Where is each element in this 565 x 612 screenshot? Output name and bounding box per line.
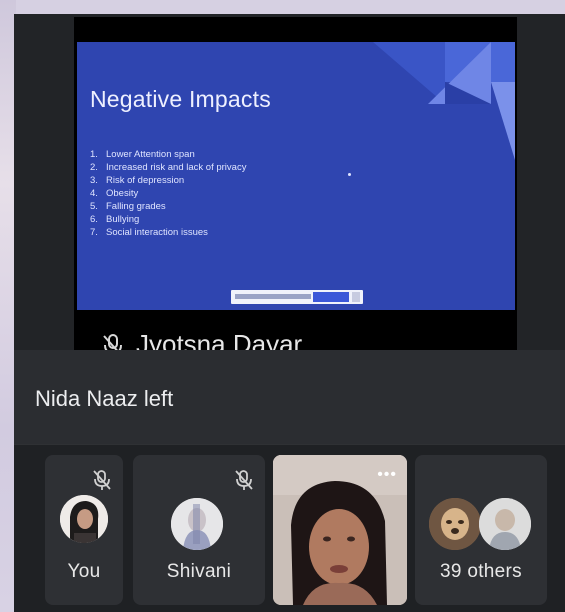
sharing-indicator-bar — [231, 290, 363, 304]
slide-decoration — [373, 42, 515, 160]
participant-name: Shivani — [166, 561, 232, 582]
avatar — [479, 498, 531, 550]
participant-tile-you[interactable]: You — [45, 455, 123, 605]
sharing-indicator-text — [235, 294, 311, 299]
participant-left-notice: Nida Naaz left — [14, 350, 565, 444]
hide-indicator-button — [352, 292, 360, 302]
slide-cursor-dot — [348, 173, 351, 176]
slide-list-item: 1. Lower Attention span — [90, 149, 195, 160]
background-top — [0, 0, 565, 14]
slide-list-item: 4. Obesity — [90, 188, 139, 199]
notice-text: Nida Naaz left — [35, 386, 174, 411]
meet-app: Negative Impacts 1. Lower Attention span … — [14, 14, 565, 612]
slide-title: Negative Impacts — [90, 86, 271, 112]
slide-list-item: 6. Bullying — [90, 214, 140, 225]
presenter-name: Jyotsna Dayar — [136, 329, 303, 350]
presenter-label: Jyotsna Dayar — [74, 327, 517, 350]
participant-tile-video[interactable]: ••• — [273, 455, 407, 605]
slide-list-item: 3. Risk of depression — [90, 175, 185, 186]
mic-off-icon — [103, 334, 122, 350]
slide-list-item: 7. Social interaction issues — [90, 227, 208, 238]
avatar — [171, 498, 223, 550]
slide-list-item: 2. Increased risk and lack of privacy — [90, 162, 247, 173]
more-options-icon[interactable]: ••• — [377, 466, 397, 484]
stop-sharing-button — [313, 292, 349, 302]
participant-tile-shivani[interactable]: Shivani — [133, 455, 265, 605]
avatar — [60, 495, 108, 543]
avatar — [429, 498, 481, 550]
mic-off-icon — [93, 470, 111, 490]
mic-off-icon — [235, 470, 253, 490]
slide-list-item: 5. Falling grades — [90, 201, 166, 212]
presentation-slide: Negative Impacts 1. Lower Attention span … — [77, 42, 515, 310]
presentation-video[interactable]: Negative Impacts 1. Lower Attention span … — [74, 17, 517, 350]
participant-tile-others[interactable]: 39 others — [415, 455, 547, 605]
participant-name: 39 others — [440, 561, 522, 582]
screen-share-area: Negative Impacts 1. Lower Attention span … — [14, 14, 565, 350]
participant-strip: You Shivani ••• 39 others — [14, 445, 565, 612]
slide-bullet-list: 1. Lower Attention span 2. Increased risk … — [90, 148, 246, 239]
participant-name: You — [67, 561, 101, 582]
